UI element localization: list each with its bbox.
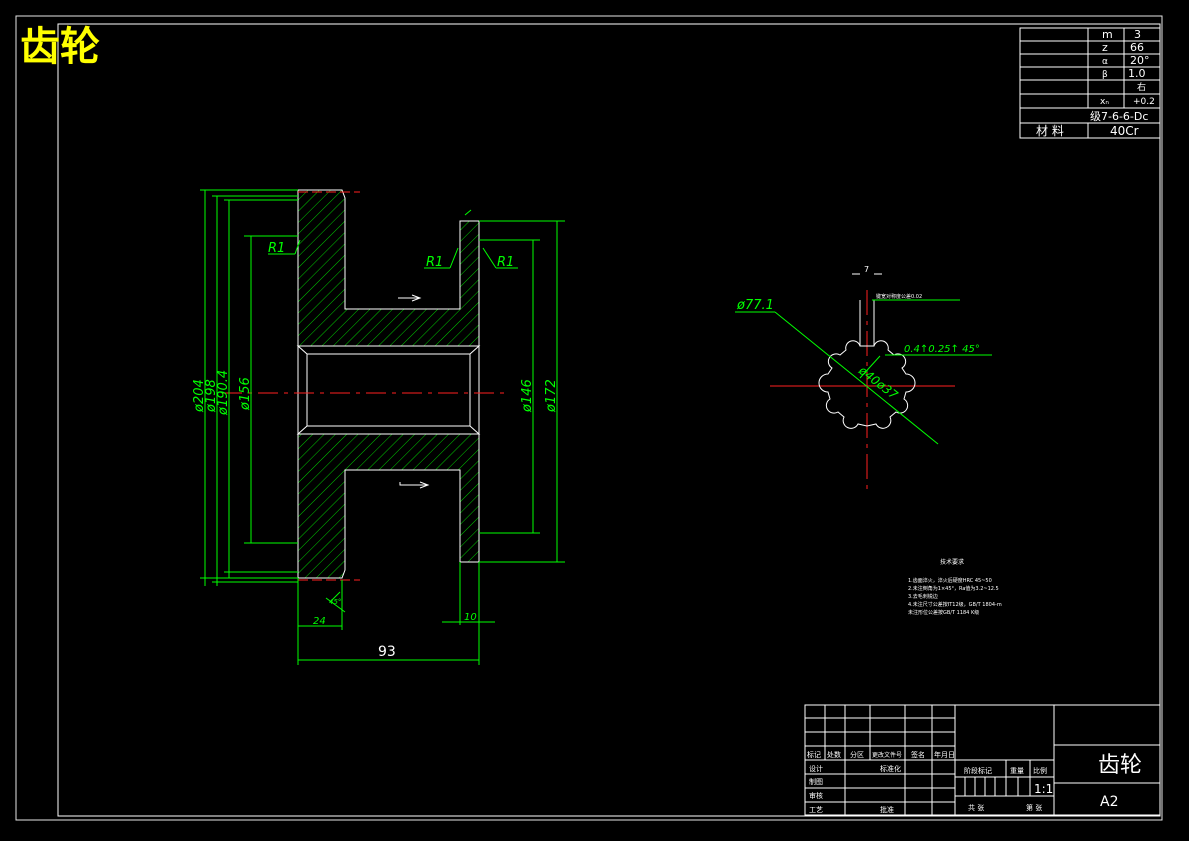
grade-text: 级7-6-6-Dc [1090,110,1148,123]
tb-zone: 分区 [850,750,864,759]
parameter-table: m 3 z 66 α 20° β 1.0 右 xₙ +0.2 级7-6-6-Dc… [1019,27,1161,139]
cad-drawing: 齿轮 m 3 z 66 α 20° β 1.0 右 xₙ +0.2 级7-6-6… [15,15,1163,821]
chamfer-note: 0.4↑0.25↑ 45° [904,344,980,355]
dim-d156: ø156 [238,377,253,411]
param-sym-3: α [1102,57,1108,67]
chamfer-angle: 45° [329,598,341,606]
note-line-4: 4.未注尺寸公差按IT12级，GB/T 1804-m [908,601,1002,608]
spline-view: ø77.1 ø40ø37 0.4↑0.25↑ 45° 7 键宽对称度公差0.02 [735,265,992,495]
tb-draw: 制图 [809,777,823,786]
dim-d146: ø146 [520,379,535,413]
tb-stage: 阶段标记 [964,766,992,775]
param-val-5: 右 [1137,81,1146,93]
param-val-6: +0.2 [1133,97,1155,107]
param-val-4: 1.0 [1128,67,1146,80]
tb-mark: 标记 [807,750,821,759]
note-line-1: 1.齿面淬火，淬火后硬度HRC 45~50 [908,577,992,584]
tb-date: 年月日 [934,750,955,759]
dim-width-93: 93 [378,644,396,660]
param-sym-4: β [1102,70,1108,80]
section-view: ø204 ø198 ø190.4 ø156 ø146 ø172 R1 R1 R1… [192,189,565,665]
tb-approve: 批准 [880,805,894,814]
technical-notes: 技术要求 1.齿面淬火，淬火后硬度HRC 45~50 2.未注倒角为1×45°，… [908,558,1002,616]
param-val-3: 20° [1130,54,1150,67]
tb-design: 设计 [809,764,823,773]
tb-doc: 更改文件号 [872,751,902,759]
tb-sign: 签名 [911,750,925,759]
dim-d190: ø190.4 [216,370,231,416]
drawing-title: 齿轮 [20,24,100,70]
tb-sheet: 第 张 [1026,803,1042,812]
material-value: 40Cr [1110,124,1139,138]
material-label: 材 料 [1036,124,1064,138]
dim-width-10: 10 [464,612,477,623]
dim-width-24: 24 [313,616,326,627]
param-val-1: 3 [1134,28,1141,41]
tb-check: 审核 [809,791,823,800]
note-line-2: 2.未注倒角为1×45°，Ra值为3.2~12.5 [908,585,999,592]
note-line-3: 3.去毛刺锐边 [908,593,938,600]
spline-width-note: 7 [864,265,869,274]
notes-heading: 技术要求 [940,558,964,566]
tb-sheet-size: A2 [1100,794,1118,810]
param-val-2: 66 [1130,41,1144,54]
tb-process: 工艺 [809,806,823,814]
title-block: 标记 处数 分区 更改文件号 签名 年月日 设计 标准化 制图 审核 工艺 批准… [804,704,1161,816]
param-sym-6: xₙ [1100,97,1109,107]
tb-scale-label: 比例 [1033,766,1047,775]
param-sym-2: z [1102,41,1108,54]
dim-d77: ø77.1 [736,298,774,313]
param-sym-1: m [1102,28,1113,41]
tb-part-name: 齿轮 [1098,753,1142,778]
inner-frame [15,15,1163,821]
radius-label-1: R1 [268,241,285,256]
note-line-5: 未注形位公差按GB/T 1184 K级 [908,609,979,616]
key-tolerance-note: 键宽对称度公差0.02 [876,293,922,300]
radius-label-2: R1 [426,255,443,270]
tb-total: 共 张 [968,803,984,812]
outer-frame [57,23,1161,817]
tb-count: 处数 [827,750,841,759]
tb-weight: 重量 [1010,767,1024,775]
dim-d172: ø172 [544,379,559,413]
tb-standard: 标准化 [880,764,901,773]
tb-scale: 1:1 [1034,782,1053,796]
radius-label-3: R1 [497,255,514,270]
